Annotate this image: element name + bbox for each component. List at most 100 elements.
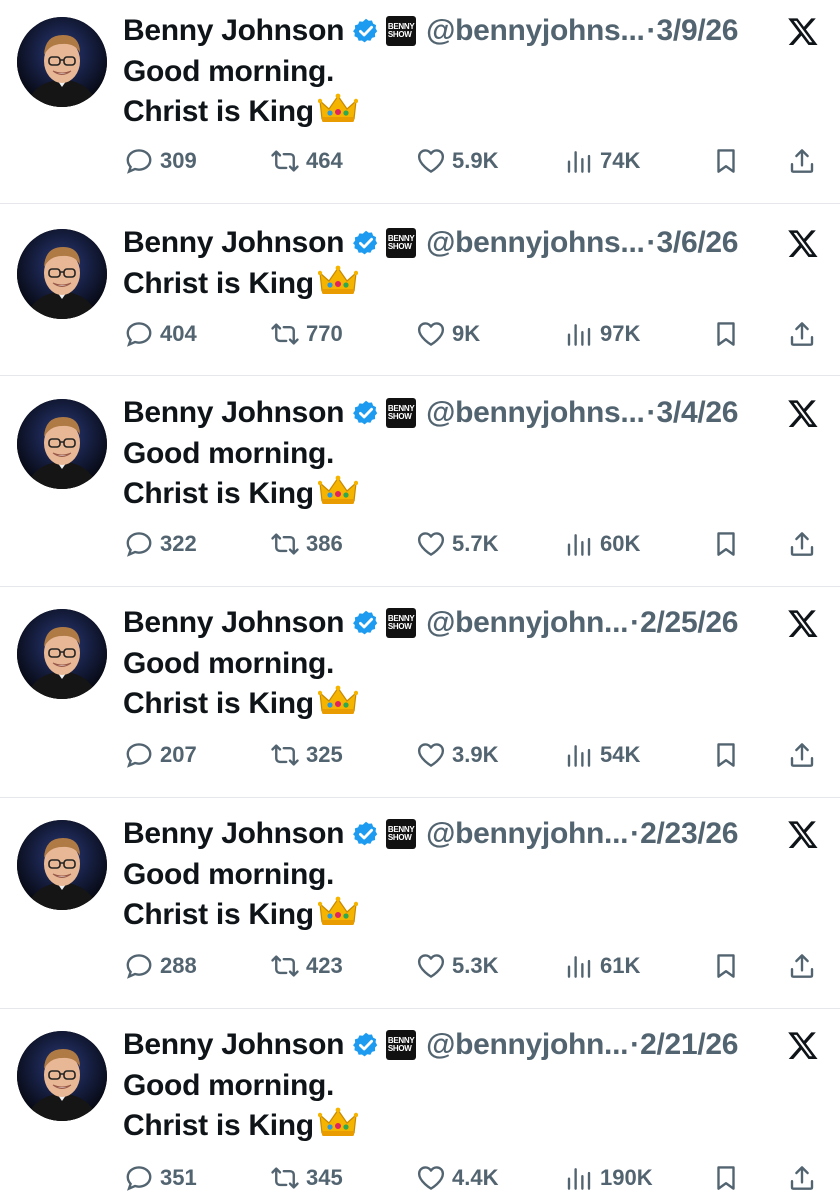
share-button[interactable]	[787, 1158, 817, 1198]
reply-count: 309	[160, 148, 197, 173]
verified-badge-icon[interactable]	[352, 1031, 380, 1059]
reply-button[interactable]: 288	[124, 946, 197, 986]
reply-icon	[126, 322, 152, 347]
tweet-date[interactable]: 3/6/26	[657, 225, 739, 261]
author-handle[interactable]: @bennyjohns...	[426, 13, 645, 49]
repost-button[interactable]: 423	[270, 946, 343, 986]
views-button[interactable]: 97K	[564, 314, 640, 354]
share-icon	[790, 743, 814, 767]
like-button[interactable]: 5.9K	[416, 141, 498, 181]
views-icon	[567, 324, 591, 346]
tweet-text-line: Good morning.	[123, 644, 358, 684]
affiliation-badge-label: BENNY SHOW	[387, 234, 415, 251]
tweet-text-content: Christ is King	[123, 267, 314, 300]
avatar[interactable]	[17, 399, 107, 489]
tweet-header: Benny Johnson BENNY SHOW @bennyjohns... ·…	[123, 395, 738, 431]
author-name[interactable]: Benny Johnson	[123, 605, 344, 641]
affiliation-badge[interactable]: BENNY SHOW	[386, 398, 417, 428]
share-button[interactable]	[787, 524, 817, 564]
views-button[interactable]: 190K	[564, 1158, 653, 1198]
tweet-header: Benny Johnson BENNY SHOW @bennyjohn... · …	[123, 816, 738, 852]
verified-badge-icon[interactable]	[352, 820, 380, 848]
crown-emoji-icon	[317, 896, 358, 925]
heart-icon	[417, 149, 445, 173]
tweet-date[interactable]: 3/4/26	[657, 395, 739, 431]
tweet-date[interactable]: 2/23/26	[640, 816, 738, 852]
share-icon	[790, 1166, 814, 1190]
affiliation-badge[interactable]: BENNY SHOW	[386, 608, 417, 638]
repost-icon	[271, 1167, 299, 1189]
tweet-text-content: Good morning.	[123, 647, 335, 680]
verified-badge-icon[interactable]	[352, 609, 380, 637]
repost-button[interactable]: 386	[270, 524, 343, 564]
reply-button[interactable]: 207	[124, 735, 197, 775]
share-button[interactable]	[787, 141, 817, 181]
affiliation-badge[interactable]: BENNY SHOW	[386, 1030, 417, 1060]
reply-button[interactable]: 404	[124, 314, 197, 354]
bookmark-button[interactable]	[711, 524, 741, 564]
tweet-card[interactable]: Benny Johnson BENNY SHOW @bennyjohns... ·…	[0, 204, 840, 376]
reply-button[interactable]: 309	[124, 141, 197, 181]
bookmark-button[interactable]	[711, 946, 741, 986]
x-logo-icon	[787, 818, 819, 850]
tweet-card[interactable]: Benny Johnson BENNY SHOW @bennyjohns... ·…	[0, 0, 840, 204]
share-button[interactable]	[787, 946, 817, 986]
like-button[interactable]: 9K	[416, 314, 480, 354]
avatar[interactable]	[17, 17, 107, 107]
tweet-card[interactable]: Benny Johnson BENNY SHOW @bennyjohn... · …	[0, 587, 840, 798]
affiliation-badge[interactable]: BENNY SHOW	[386, 228, 417, 258]
repost-button[interactable]: 325	[270, 735, 343, 775]
like-button[interactable]: 4.4K	[416, 1158, 498, 1198]
repost-button[interactable]: 770	[270, 314, 343, 354]
like-button[interactable]: 5.3K	[416, 946, 498, 986]
repost-button[interactable]: 464	[270, 141, 343, 181]
tweet-actions: 288 423 5.3K 61K	[0, 946, 840, 986]
views-button[interactable]: 60K	[564, 524, 640, 564]
tweet-card[interactable]: Benny Johnson BENNY SHOW @bennyjohns... ·…	[0, 376, 840, 587]
tweet-card[interactable]: Benny Johnson BENNY SHOW @bennyjohn... · …	[0, 798, 840, 1009]
author-handle[interactable]: @bennyjohn...	[426, 1027, 628, 1063]
author-handle[interactable]: @bennyjohns...	[426, 225, 645, 261]
views-button[interactable]: 74K	[564, 141, 640, 181]
avatar[interactable]	[17, 609, 107, 699]
reply-button[interactable]: 322	[124, 524, 197, 564]
tweet-card[interactable]: Benny Johnson BENNY SHOW @bennyjohn... · …	[0, 1009, 840, 1200]
like-button[interactable]: 5.7K	[416, 524, 498, 564]
repost-icon	[271, 323, 299, 345]
tweet-date[interactable]: 2/21/26	[640, 1027, 738, 1063]
share-button[interactable]	[787, 314, 817, 354]
tweet-header: Benny Johnson BENNY SHOW @bennyjohns... ·…	[123, 13, 738, 49]
bookmark-button[interactable]	[711, 735, 741, 775]
bookmark-button[interactable]	[711, 141, 741, 181]
like-button[interactable]: 3.9K	[416, 735, 498, 775]
bookmark-button[interactable]	[711, 314, 741, 354]
repost-button[interactable]: 345	[270, 1158, 343, 1198]
author-handle[interactable]: @bennyjohns...	[426, 395, 645, 431]
avatar[interactable]	[17, 1031, 107, 1121]
author-handle[interactable]: @bennyjohn...	[426, 605, 628, 641]
affiliation-badge[interactable]: BENNY SHOW	[386, 16, 417, 46]
author-handle[interactable]: @bennyjohn...	[426, 816, 628, 852]
affiliation-badge[interactable]: BENNY SHOW	[386, 819, 417, 849]
author-name[interactable]: Benny Johnson	[123, 1027, 344, 1063]
views-button[interactable]: 61K	[564, 946, 640, 986]
avatar[interactable]	[17, 820, 107, 910]
tweet-text-content: Good morning.	[123, 437, 335, 470]
author-name[interactable]: Benny Johnson	[123, 816, 344, 852]
reply-button[interactable]: 351	[124, 1158, 197, 1198]
views-icon	[567, 534, 591, 556]
verified-badge-icon[interactable]	[352, 17, 380, 45]
verified-badge-icon[interactable]	[352, 399, 380, 427]
avatar[interactable]	[17, 229, 107, 319]
author-name[interactable]: Benny Johnson	[123, 13, 344, 49]
author-name[interactable]: Benny Johnson	[123, 225, 344, 261]
tweet-date[interactable]: 3/9/26	[657, 13, 739, 49]
views-button[interactable]: 54K	[564, 735, 640, 775]
share-button[interactable]	[787, 735, 817, 775]
verified-badge-icon[interactable]	[352, 229, 380, 257]
share-icon	[790, 954, 814, 978]
bookmark-button[interactable]	[711, 1158, 741, 1198]
tweet-date[interactable]: 2/25/26	[640, 605, 738, 641]
like-count: 5.7K	[452, 531, 499, 556]
author-name[interactable]: Benny Johnson	[123, 395, 344, 431]
